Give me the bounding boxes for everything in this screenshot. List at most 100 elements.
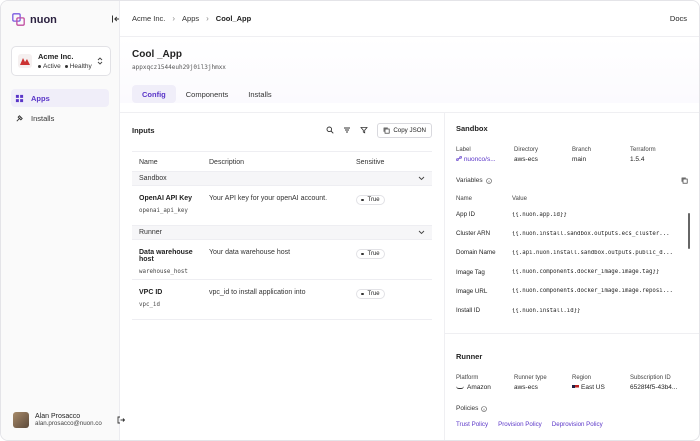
sandbox-section: Sandbox Label nuonco/s... Directory aws-… (445, 113, 699, 334)
meta-value: East US (572, 384, 630, 391)
runner-meta: Platform Amazon Runner type aws-ecs Regi… (456, 375, 688, 391)
us-flag-icon (572, 384, 579, 390)
avatar (13, 412, 29, 428)
table-row[interactable]: Data warehouse host warehouse_host Your … (132, 240, 432, 280)
variable-value: {{.nuon.components.docker_image.image.re… (512, 288, 672, 295)
tab-components[interactable]: Components (176, 85, 239, 103)
breadcrumb-org[interactable]: Acme Inc. (132, 14, 165, 23)
breadcrumb-current: Cool_App (215, 14, 252, 23)
chevron-updown-icon (97, 57, 103, 65)
nuon-logo-icon (12, 13, 25, 26)
search-icon[interactable] (326, 126, 334, 134)
tab-installs[interactable]: Installs (238, 85, 281, 103)
variable-name: Cluster ARN (456, 230, 491, 238)
variable-value: {{.nuon.install.id}} (512, 307, 581, 314)
group-header-runner[interactable]: Runner (132, 226, 432, 240)
topbar: Acme Inc. › Apps › Cool_App Docs (120, 1, 699, 37)
column-header: Sensitive (356, 159, 385, 166)
sidebar-item-apps[interactable]: Apps (11, 89, 109, 107)
brand[interactable]: nuon (1, 1, 119, 38)
table-row[interactable]: OpenAI API Key openai_api_key Your API k… (132, 186, 432, 226)
deprovision-policy-link[interactable]: Deprovision Policy (552, 421, 603, 428)
table-row[interactable]: VPC ID vpc_id vpc_id to install applicat… (132, 280, 432, 320)
variable-name: Domain Name (456, 249, 496, 257)
user-name: Alan Prosacco (35, 413, 81, 420)
copy-json-button[interactable]: Copy JSON (377, 122, 432, 138)
sidebar-item-label: Installs (31, 113, 55, 123)
filter-icon[interactable] (343, 126, 351, 134)
org-switcher[interactable]: Acme Inc. Active Healthy (11, 46, 111, 76)
variables-list: App ID {{.nuon.app.id}} Cluster ARN {{.nuo… (456, 205, 688, 320)
inputs-title: Inputs (132, 125, 155, 135)
copy-icon[interactable] (681, 177, 688, 184)
sensitive-value: True (367, 291, 380, 297)
app-id: appxqcz1544euh29j0il3jhmxx (132, 64, 226, 71)
sidebar-item-installs[interactable]: Installs (11, 109, 109, 127)
org-status-active: Active (43, 63, 61, 70)
variable-name: App ID (456, 211, 475, 219)
page-title: Cool _App (132, 49, 182, 60)
sensitive-badge: True (356, 195, 385, 205)
breadcrumb: Acme Inc. › Apps › Cool_App (132, 14, 251, 23)
sandbox-title: Sandbox (456, 124, 488, 133)
app-window: nuon Acme Inc. Active Healthy Apps Insta… (0, 0, 700, 441)
list-item: Install ID {{.nuon.install.id}} (456, 301, 688, 320)
meta-value: aws-ecs (514, 156, 538, 163)
org-status-healthy: Healthy (69, 63, 92, 70)
input-name: VPC ID (139, 289, 163, 296)
policies-header: Policies (456, 405, 688, 412)
sidebar: nuon Acme Inc. Active Healthy Apps Insta… (1, 1, 125, 440)
breadcrumb-separator-icon: › (206, 14, 209, 23)
apps-icon (15, 94, 24, 102)
sandbox-label-link[interactable]: nuonco/s... (455, 155, 514, 163)
sandbox-label-value: nuonco/s... (463, 156, 496, 163)
tabs: Config Components Installs (120, 71, 699, 103)
funnel-icon[interactable] (360, 126, 369, 134)
meta-value: aws-ecs (514, 384, 538, 391)
link-icon (455, 155, 462, 162)
meta-value: 6528f4f5-43b4... (630, 384, 678, 391)
config-content: Inputs Copy JSON Name Description Sensit… (120, 112, 699, 440)
org-name: Acme Inc. (38, 52, 74, 61)
list-item: App ID {{.nuon.app.id}} (456, 205, 688, 224)
details-panel: Sandbox Label nuonco/s... Directory aws-… (445, 113, 699, 440)
chevron-down-icon (418, 176, 425, 181)
region-value: East US (581, 384, 605, 391)
copy-json-label: Copy JSON (393, 126, 426, 134)
group-header-sandbox[interactable]: Sandbox (132, 172, 432, 186)
trust-policy-link[interactable]: Trust Policy (456, 421, 488, 428)
meta-label: Platform (456, 375, 479, 381)
tab-config[interactable]: Config (132, 85, 176, 103)
status-dot-icon (64, 64, 68, 68)
input-description: Your data warehouse host (209, 249, 291, 256)
variables-scrollbar[interactable] (688, 213, 690, 249)
breadcrumb-apps[interactable]: Apps (182, 14, 199, 23)
input-description: Your API key for your openAI account. (209, 195, 328, 202)
list-item: Image URL {{.nuon.components.docker_image… (456, 282, 688, 301)
sidebar-item-label: Apps (31, 93, 50, 103)
variable-value: {{.nuon.install.sandbox.outputs.ecs_clus… (512, 230, 670, 237)
group-name: Sandbox (139, 175, 167, 182)
variables-columns: Name Value (456, 196, 688, 202)
app-header: Cool _App appxqcz1544euh29j0il3jhmxx Con… (120, 37, 699, 103)
input-name: OpenAI API Key (139, 195, 193, 202)
inputs-toolbar: Copy JSON (326, 122, 432, 138)
meta-label: Subscription ID (630, 375, 671, 381)
meta-label: Label (456, 147, 471, 153)
docs-link[interactable]: Docs (670, 14, 687, 23)
variable-value: {{.nuon.app.id}} (512, 211, 567, 218)
runner-title: Runner (456, 352, 483, 361)
inputs-panel: Inputs Copy JSON Name Description Sensit… (120, 113, 445, 440)
variable-name: Image Tag (456, 268, 485, 276)
sensitive-badge: True (356, 249, 385, 259)
policies-label: Policies (456, 405, 479, 412)
column-header: Name (456, 196, 473, 202)
org-status: Active Healthy (38, 63, 96, 70)
list-item: Domain Name {{.api.nuon.install.sandbox.o… (456, 243, 688, 262)
status-dot-icon (38, 64, 41, 68)
variable-value: {{.api.nuon.install.sandbox.outputs.publ… (512, 249, 672, 256)
provision-policy-link[interactable]: Provision Policy (498, 421, 542, 428)
user-profile[interactable]: Alan Prosacco alan.prosacco@nuon.co (13, 412, 125, 428)
org-logo (18, 54, 32, 68)
input-key: vpc_id (139, 302, 160, 308)
